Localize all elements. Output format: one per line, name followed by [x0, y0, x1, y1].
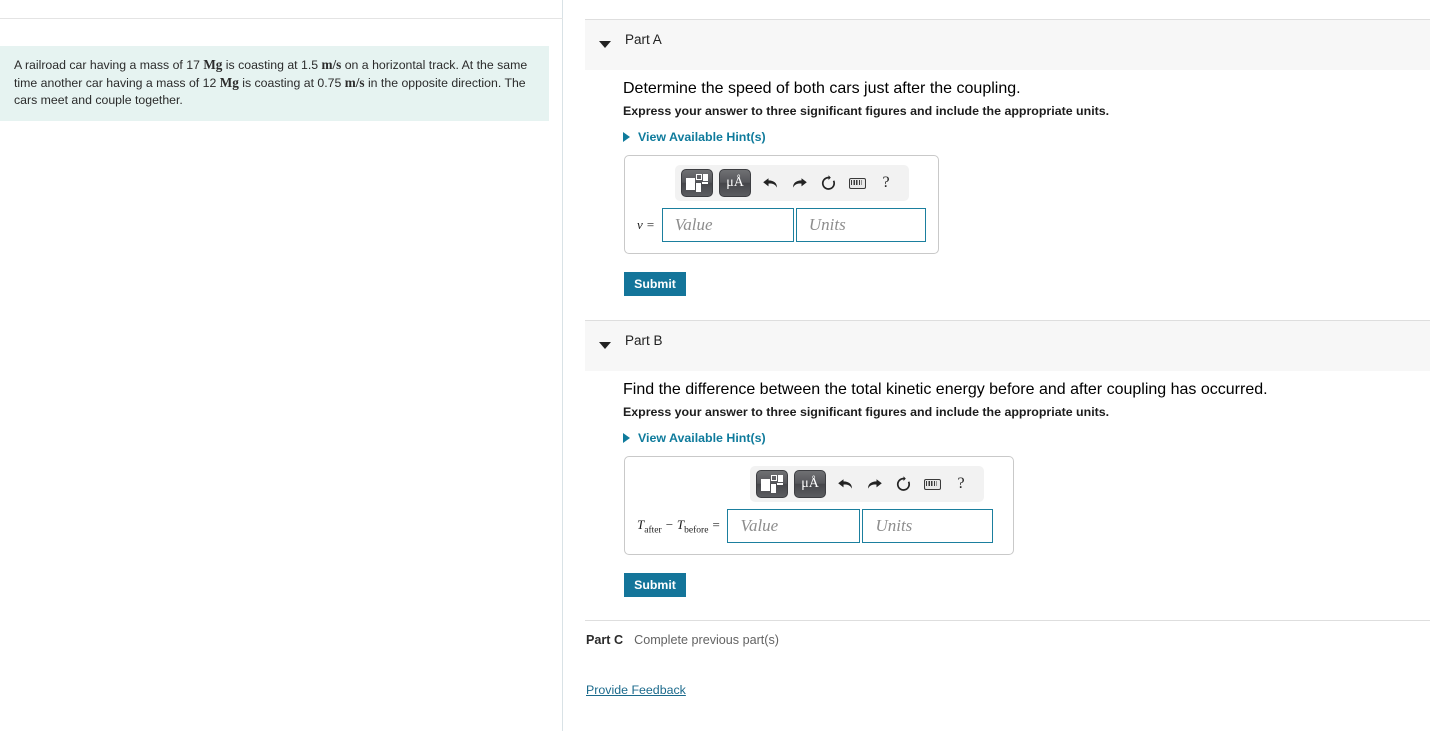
part-a-value-input[interactable]: Value [661, 208, 794, 242]
part-a-question: Determine the speed of both cars just af… [623, 80, 1021, 97]
problem-unit-ms-2: m/s [344, 75, 365, 90]
provide-feedback-link[interactable]: Provide Feedback [586, 683, 686, 697]
undo-glyph [837, 478, 852, 489]
part-a-instruction: Express your answer to three significant… [623, 104, 1110, 118]
part-a-view-hints-link[interactable]: View Available Hint(s) [623, 130, 766, 144]
reset-glyph [821, 174, 835, 190]
reset-icon[interactable] [815, 170, 841, 196]
part-b-field-row: Tafter − Tbefore = Value Units [637, 509, 1001, 543]
part-a-field-row: v = Value Units [637, 208, 926, 242]
part-c-status: Complete previous part(s) [634, 633, 779, 647]
part-a-value-placeholder: Value [674, 215, 713, 234]
problem-page: A railroad car having a mass of 17 Mg is… [0, 0, 1430, 731]
math-template-icon [761, 475, 783, 493]
undo-glyph [762, 177, 777, 188]
redo-icon[interactable] [786, 170, 812, 196]
part-a-equation-label: v = [637, 217, 655, 232]
math-template-button[interactable] [681, 169, 713, 197]
problem-statement-text: A railroad car having a mass of 17 Mg is… [14, 56, 535, 109]
units-button[interactable]: μÅ [719, 169, 751, 197]
undo-icon[interactable] [832, 471, 858, 497]
part-b-eq-sub-before: before [684, 525, 709, 536]
part-a-toolbar: μÅ ? [675, 165, 909, 201]
triangle-right-icon [623, 433, 630, 443]
part-b-hints-label: View Available Hint(s) [638, 431, 766, 445]
part-a-units-input[interactable]: Units [795, 208, 926, 242]
problem-statement-box: A railroad car having a mass of 17 Mg is… [0, 46, 549, 121]
keyboard-icon[interactable] [844, 170, 870, 196]
problem-statement-pane: A railroad car having a mass of 17 Mg is… [0, 0, 563, 731]
top-divider [0, 18, 563, 19]
micro-angstrom-icon: μÅ [801, 476, 819, 491]
parts-pane: Part A Determine the speed of both cars … [564, 0, 1430, 731]
part-a-units-placeholder: Units [808, 215, 846, 234]
part-b-view-hints-link[interactable]: View Available Hint(s) [623, 431, 766, 445]
problem-segment-2: is coasting at 1.5 [222, 58, 322, 72]
part-a-title: Part A [625, 32, 662, 47]
part-b-question: Find the difference between the total ki… [623, 381, 1268, 398]
problem-unit-ms-1: m/s [321, 57, 342, 72]
part-a-hints-label: View Available Hint(s) [638, 130, 766, 144]
math-template-button[interactable] [756, 470, 788, 498]
footer-divider [585, 620, 1430, 621]
micro-angstrom-icon: μÅ [726, 175, 744, 190]
part-b-units-input[interactable]: Units [862, 509, 994, 543]
problem-segment-4: is coasting at 0.75 [238, 76, 345, 90]
problem-segment-1: A railroad car having a mass of 17 [14, 58, 204, 72]
part-b-eq-equals: = [708, 516, 721, 532]
triangle-right-icon [623, 132, 630, 142]
part-c-title: Part C [586, 633, 624, 647]
math-template-icon [686, 174, 708, 192]
undo-icon[interactable] [757, 170, 783, 196]
chevron-down-icon[interactable] [599, 342, 611, 349]
part-b-submit-button[interactable]: Submit [624, 573, 686, 597]
part-a-header[interactable]: Part A [585, 19, 1430, 70]
chevron-down-icon[interactable] [599, 41, 611, 48]
keyboard-glyph [848, 177, 866, 189]
keyboard-icon[interactable] [919, 471, 945, 497]
help-icon[interactable]: ? [948, 471, 974, 497]
part-c-row: Part C Complete previous part(s) [586, 633, 779, 647]
part-b-eq-sub-after: after [644, 525, 662, 536]
problem-unit-mg-2: Mg [219, 75, 239, 90]
help-icon[interactable]: ? [873, 170, 899, 196]
part-b-eq-minus: − T [661, 516, 685, 532]
part-b-toolbar: μÅ ? [750, 466, 984, 502]
part-b-value-input[interactable]: Value [727, 509, 861, 543]
reset-icon[interactable] [890, 471, 916, 497]
part-b-units-placeholder: Units [875, 516, 913, 535]
part-b-value-placeholder: Value [740, 516, 779, 535]
problem-unit-mg-1: Mg [203, 57, 223, 72]
part-b-equation-label: Tafter − Tbefore = [637, 517, 727, 536]
part-b-instruction: Express your answer to three significant… [623, 405, 1110, 419]
part-a-submit-button[interactable]: Submit [624, 272, 686, 296]
redo-glyph [867, 478, 882, 489]
part-b-header[interactable]: Part B [585, 320, 1430, 371]
reset-glyph [896, 475, 910, 491]
part-b-answer-box: μÅ ? Tafter − Tbefore = Value Units [624, 456, 1014, 555]
keyboard-glyph [923, 478, 941, 490]
part-b-title: Part B [625, 333, 663, 348]
redo-glyph [792, 177, 807, 188]
units-button[interactable]: μÅ [794, 470, 826, 498]
part-a-answer-box: μÅ ? v = Value Units [624, 155, 939, 254]
redo-icon[interactable] [861, 471, 887, 497]
